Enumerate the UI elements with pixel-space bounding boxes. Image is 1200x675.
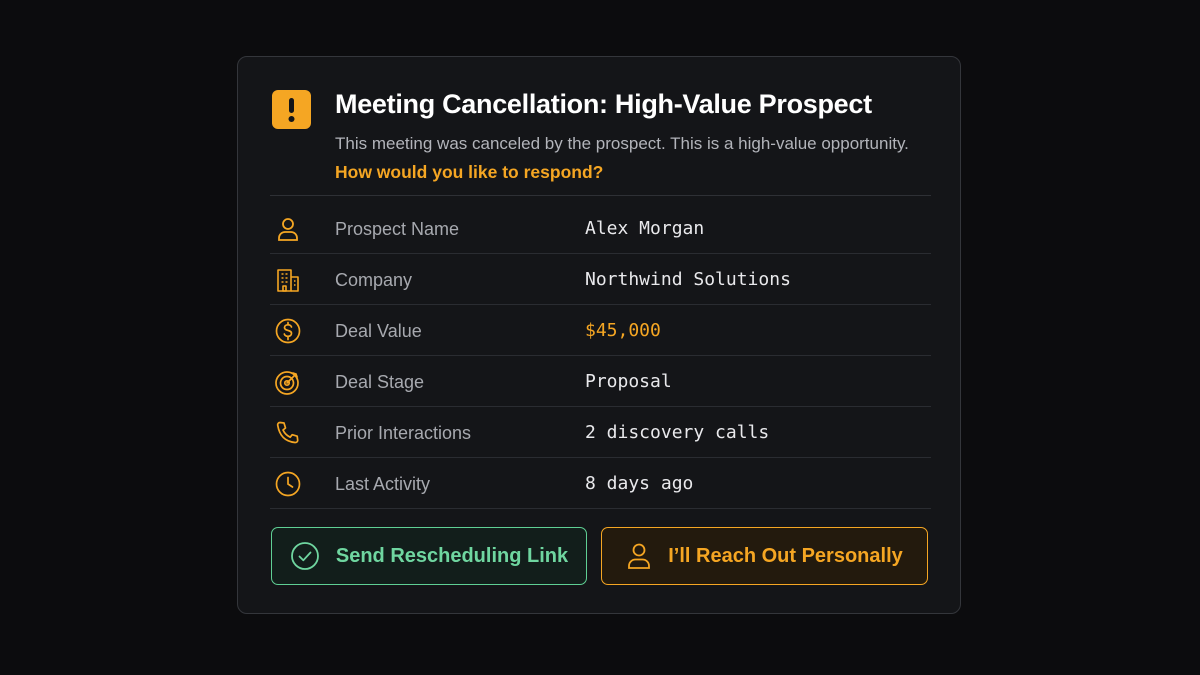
prospect-details-list: Prospect Name Alex Morgan Company Northw… [270, 203, 931, 509]
detail-value: Northwind Solutions [585, 269, 791, 290]
clock-icon [274, 470, 302, 498]
detail-label: Deal Value [335, 321, 422, 341]
detail-row-company: Company Northwind Solutions [270, 254, 931, 305]
detail-label: Last Activity [335, 474, 431, 494]
detail-value: Alex Morgan [585, 218, 705, 239]
button-label: Send Rescheduling Link [335, 544, 569, 567]
response-prompt: How would you like to respond? [335, 162, 604, 182]
detail-label: Company [335, 270, 413, 290]
dollar-icon [274, 317, 302, 345]
building-icon [274, 266, 302, 294]
detail-label: Prior Interactions [335, 423, 472, 443]
meeting-cancellation-dialog: Meeting Cancellation: High-Value Prospec… [237, 56, 961, 614]
person-icon [274, 215, 302, 243]
detail-row-prior-interactions: Prior Interactions 2 discovery calls [270, 407, 931, 458]
button-label: I’ll Reach Out Personally [668, 544, 903, 567]
check-circle-icon [290, 541, 320, 571]
target-icon [274, 368, 302, 396]
detail-value: Proposal [585, 371, 672, 392]
send-rescheduling-link-button[interactable]: Send Rescheduling Link [271, 527, 587, 585]
detail-value: 2 discovery calls [585, 422, 770, 443]
person-icon [626, 541, 652, 571]
detail-label: Deal Stage [335, 372, 425, 392]
detail-row-prospect-name: Prospect Name Alex Morgan [270, 203, 931, 254]
detail-value: 8 days ago [585, 473, 694, 494]
exclamation-icon [272, 90, 311, 129]
divider [270, 195, 931, 196]
detail-value: $45,000 [585, 320, 661, 341]
phone-icon [274, 419, 302, 447]
detail-row-deal-value: Deal Value $45,000 [270, 305, 931, 356]
detail-row-last-activity: Last Activity 8 days ago [270, 458, 931, 509]
dialog-subtitle: This meeting was canceled by the prospec… [335, 134, 909, 153]
detail-label: Prospect Name [335, 219, 460, 239]
dialog-title: Meeting Cancellation: High-Value Prospec… [335, 89, 872, 119]
reach-out-personally-button[interactable]: I’ll Reach Out Personally [601, 527, 928, 585]
detail-row-deal-stage: Deal Stage Proposal [270, 356, 931, 407]
